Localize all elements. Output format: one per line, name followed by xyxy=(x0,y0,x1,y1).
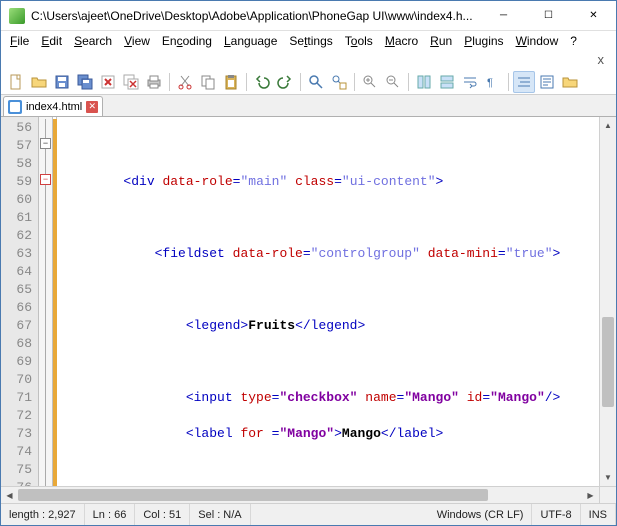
status-sel: Sel : N/A xyxy=(190,504,250,525)
fold-gutter: − − xyxy=(39,117,53,486)
status-line: Ln : 66 xyxy=(85,504,136,525)
editor: 56575859 60616263 64656667 68697071 7273… xyxy=(1,117,616,486)
redo-icon[interactable] xyxy=(274,71,296,93)
status-col: Col : 51 xyxy=(135,504,190,525)
save-all-icon[interactable] xyxy=(74,71,96,93)
menu-file[interactable]: File xyxy=(5,32,34,50)
menu-settings[interactable]: Settings xyxy=(284,32,337,50)
wrap-icon[interactable] xyxy=(459,71,481,93)
folder-icon[interactable] xyxy=(559,71,581,93)
func-list-icon[interactable] xyxy=(536,71,558,93)
indent-guide-icon[interactable] xyxy=(513,71,535,93)
code-viewport[interactable]: <div data-role="main" class="ui-content"… xyxy=(57,117,599,486)
show-all-icon[interactable]: ¶ xyxy=(482,71,504,93)
tabbar: index4.html ✕ xyxy=(1,95,616,117)
fold-box-icon[interactable]: − xyxy=(40,138,51,149)
file-icon xyxy=(8,100,22,114)
close-all-icon[interactable] xyxy=(120,71,142,93)
window-title: C:\Users\ajeet\OneDrive\Desktop\Adobe\Ap… xyxy=(31,9,481,23)
replace-icon[interactable] xyxy=(328,71,350,93)
save-icon[interactable] xyxy=(51,71,73,93)
menu-encoding[interactable]: Encoding xyxy=(157,32,217,50)
status-ins: INS xyxy=(581,504,616,525)
scroll-up-icon[interactable]: ▲ xyxy=(600,117,616,134)
secondary-close-icon[interactable]: x xyxy=(598,52,605,67)
tab-close-icon[interactable]: ✕ xyxy=(86,101,98,113)
tab-index4[interactable]: index4.html ✕ xyxy=(3,96,103,116)
minimize-button[interactable]: ─ xyxy=(481,1,526,30)
status-length: length : 2,927 xyxy=(1,504,85,525)
menu-language[interactable]: Language xyxy=(219,32,282,50)
menu-window[interactable]: Window xyxy=(511,32,564,50)
sync-v-icon[interactable] xyxy=(413,71,435,93)
svg-text:¶: ¶ xyxy=(487,77,493,89)
vertical-scrollbar[interactable]: ▲ ▼ xyxy=(599,117,616,486)
paste-icon[interactable] xyxy=(220,71,242,93)
find-icon[interactable] xyxy=(305,71,327,93)
window-controls: ─ ☐ ✕ xyxy=(481,1,616,30)
menu-plugins[interactable]: Plugins xyxy=(459,32,508,50)
titlebar: C:\Users\ajeet\OneDrive\Desktop\Adobe\Ap… xyxy=(1,1,616,31)
toolbar: ¶ xyxy=(1,67,616,95)
menu-macro[interactable]: Macro xyxy=(380,32,423,50)
vscroll-thumb[interactable] xyxy=(602,317,614,407)
app-icon xyxy=(9,8,25,24)
maximize-button[interactable]: ☐ xyxy=(526,1,571,30)
menubar: File Edit Search View Encoding Language … xyxy=(1,31,616,51)
line-gutter: 56575859 60616263 64656667 68697071 7273… xyxy=(1,117,39,486)
zoom-out-icon[interactable] xyxy=(382,71,404,93)
menu-view[interactable]: View xyxy=(119,32,155,50)
statusbar: length : 2,927 Ln : 66 Col : 51 Sel : N/… xyxy=(1,503,616,525)
zoom-in-icon[interactable] xyxy=(359,71,381,93)
horizontal-scrollbar[interactable]: ◀ ▶ xyxy=(1,486,616,503)
print-icon[interactable] xyxy=(143,71,165,93)
tab-label: index4.html xyxy=(26,101,82,113)
close-button[interactable]: ✕ xyxy=(571,1,616,30)
new-file-icon[interactable] xyxy=(5,71,27,93)
scroll-right-icon[interactable]: ▶ xyxy=(582,487,599,503)
fold-box-icon[interactable]: − xyxy=(40,174,51,185)
scroll-down-icon[interactable]: ▼ xyxy=(600,469,616,486)
hscroll-thumb[interactable] xyxy=(18,489,488,501)
cut-icon[interactable] xyxy=(174,71,196,93)
menu-help[interactable]: ? xyxy=(565,32,582,50)
menu-search[interactable]: Search xyxy=(69,32,117,50)
status-encoding: UTF-8 xyxy=(532,504,580,525)
status-eol: Windows (CR LF) xyxy=(429,504,533,525)
scroll-left-icon[interactable]: ◀ xyxy=(1,487,18,503)
sync-h-icon[interactable] xyxy=(436,71,458,93)
menu-tools[interactable]: Tools xyxy=(340,32,378,50)
close-file-icon[interactable] xyxy=(97,71,119,93)
menu-run[interactable]: Run xyxy=(425,32,457,50)
open-file-icon[interactable] xyxy=(28,71,50,93)
menu-edit[interactable]: Edit xyxy=(36,32,67,50)
secondary-close-row: x xyxy=(1,51,616,67)
copy-icon[interactable] xyxy=(197,71,219,93)
undo-icon[interactable] xyxy=(251,71,273,93)
